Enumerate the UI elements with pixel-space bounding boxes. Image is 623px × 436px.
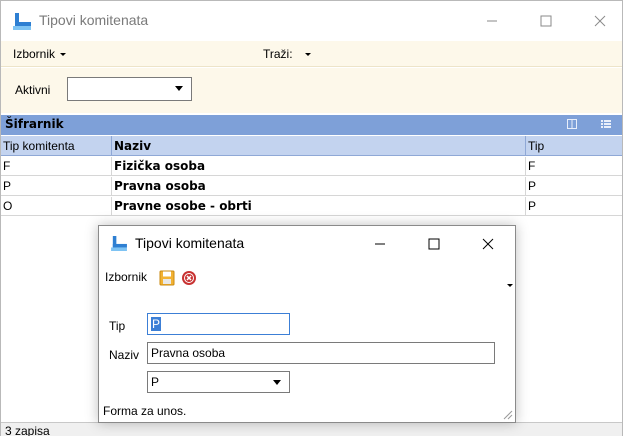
- dialog-status: Forma za unos.: [103, 404, 187, 418]
- record-count: 3 zapisa: [5, 424, 50, 436]
- menu-bar: Izbornik Traži:: [1, 41, 622, 67]
- chevron-down-icon: [175, 86, 183, 91]
- dialog-menu-bar: Izbornik: [99, 262, 515, 292]
- menu-izbornik[interactable]: Izbornik: [13, 47, 67, 61]
- chevron-down-icon[interactable]: [507, 284, 513, 287]
- cell-naziv: Pravne osobe - obrti: [112, 197, 526, 216]
- minimize-icon: [375, 243, 385, 245]
- dialog-menu-izbornik[interactable]: Izbornik: [105, 270, 147, 284]
- cell-tip: P: [528, 179, 537, 193]
- cancel-icon[interactable]: [181, 270, 197, 286]
- app-icon: [13, 13, 31, 30]
- app-icon: [111, 236, 127, 251]
- status-bar: 3 zapisa: [1, 422, 622, 436]
- dialog-title-bar[interactable]: Tipovi komitenata: [99, 226, 515, 262]
- maximize-icon: [428, 238, 440, 250]
- list-icon[interactable]: [601, 119, 611, 129]
- column-header-tip-komitenta[interactable]: Tip komitenta: [1, 136, 112, 156]
- cell-naziv: Fizička osoba: [112, 157, 526, 176]
- dialog-minimize-button[interactable]: [357, 226, 403, 262]
- naziv-field[interactable]: Pravna osoba: [147, 342, 495, 364]
- cell-tip-komitenta: P: [1, 177, 112, 196]
- aktivni-select[interactable]: [67, 77, 192, 101]
- minimize-button[interactable]: [469, 1, 515, 41]
- save-icon[interactable]: [159, 270, 175, 286]
- close-icon: [594, 15, 606, 27]
- cell-tip: F: [528, 159, 536, 173]
- grid-header: Šifrarnik: [1, 115, 622, 135]
- chevron-down-icon: [60, 53, 67, 57]
- dialog-title: Tipovi komitenata: [135, 235, 245, 251]
- close-button[interactable]: [577, 1, 623, 41]
- tip-label: Tip: [109, 319, 126, 333]
- title-bar[interactable]: Tipovi komitenata: [1, 1, 622, 41]
- tip-field[interactable]: P: [147, 313, 290, 335]
- grid-title: Šifrarnik: [5, 117, 64, 131]
- resize-grip-icon[interactable]: [501, 408, 513, 420]
- minimize-icon: [487, 20, 497, 22]
- naziv-label: Naziv: [109, 348, 140, 362]
- maximize-button[interactable]: [523, 1, 569, 41]
- chevron-down-icon: [304, 53, 311, 57]
- cell-tip: P: [528, 199, 537, 213]
- dialog-maximize-button[interactable]: [411, 226, 457, 262]
- column-headers: Tip komitenta Naziv Tip: [1, 136, 622, 156]
- dialog-close-button[interactable]: [465, 226, 511, 262]
- table-row[interactable]: O Pravne osobe - obrti P: [1, 197, 622, 216]
- table-row[interactable]: P Pravna osoba P: [1, 177, 622, 196]
- maximize-icon: [540, 15, 552, 27]
- table-row[interactable]: F Fizička osoba F: [1, 157, 622, 176]
- close-icon: [482, 238, 494, 250]
- edit-dialog: Tipovi komitenata Izbornik Tip P Naziv P…: [98, 225, 516, 423]
- cell-tip-komitenta: F: [1, 157, 112, 176]
- filter-bar: Aktivni: [1, 68, 622, 113]
- column-header-naziv[interactable]: Naziv: [112, 136, 526, 156]
- window-title: Tipovi komitenata: [39, 12, 149, 28]
- naziv-value: Pravna osoba: [151, 346, 226, 360]
- cell-naziv: Pravna osoba: [112, 177, 526, 196]
- column-header-tip[interactable]: Tip: [526, 136, 622, 156]
- dialog-select[interactable]: P: [147, 371, 290, 393]
- columns-icon[interactable]: [567, 119, 577, 129]
- chevron-down-icon: [273, 380, 281, 385]
- menu-trazi[interactable]: Traži:: [263, 47, 311, 61]
- filter-label: Aktivni: [15, 83, 51, 97]
- cell-tip-komitenta: O: [1, 197, 112, 216]
- tip-value: P: [151, 317, 162, 331]
